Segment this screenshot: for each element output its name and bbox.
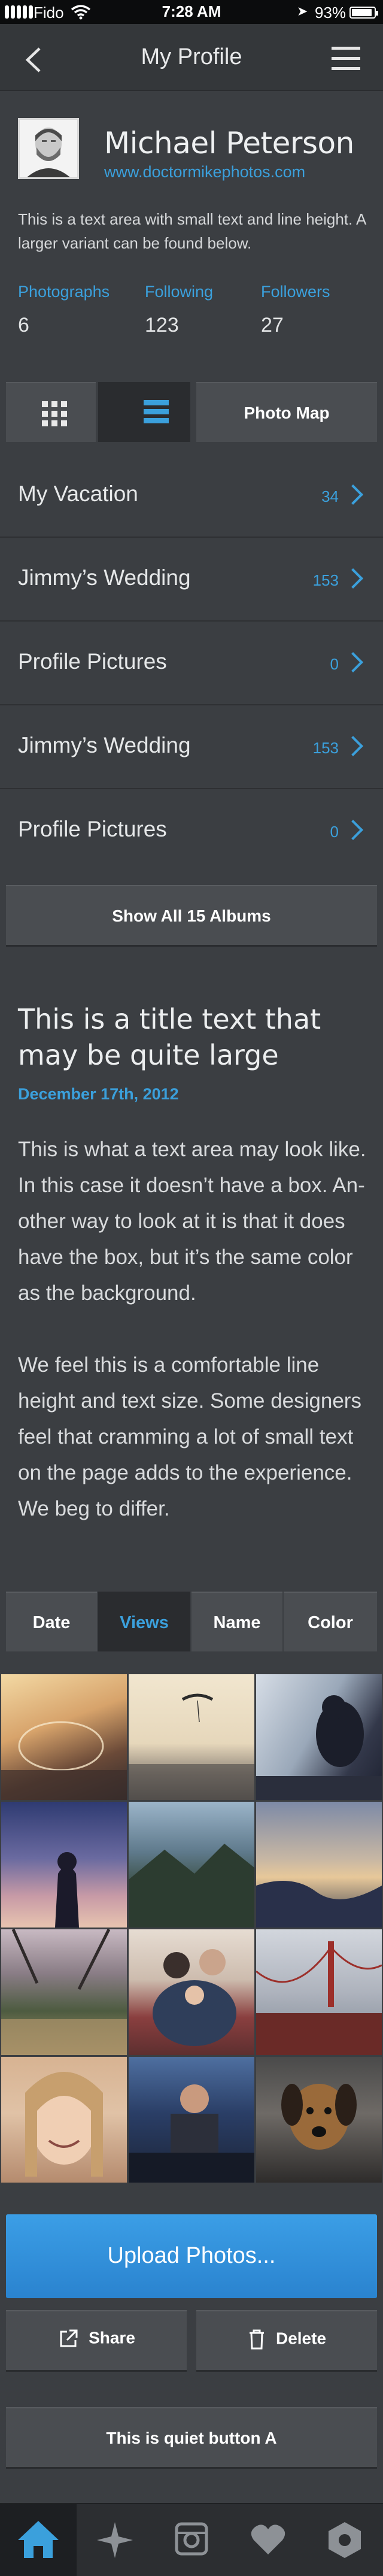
- stat-value-followers: 27: [261, 314, 284, 337]
- chevron-right-icon: [343, 736, 363, 756]
- stat-value-following: 123: [145, 314, 179, 337]
- silhouette-photo: [55, 1852, 79, 1928]
- battery-icon: [349, 7, 378, 19]
- chevron-right-icon: [343, 652, 363, 672]
- compass-star-icon: [97, 2522, 133, 2558]
- man-at-window-photo: [256, 1695, 382, 1800]
- list-view-button[interactable]: [98, 382, 190, 442]
- page-title: My Profile: [141, 44, 242, 69]
- quiet-button-a[interactable]: This is quiet button A: [6, 2407, 377, 2467]
- chevron-right-icon: [343, 484, 363, 505]
- album-count: 153: [312, 739, 339, 757]
- tab-bar: [0, 2503, 383, 2576]
- album-count: 0: [330, 823, 339, 841]
- photo-thumbnail[interactable]: [256, 2057, 382, 2183]
- heart-icon: [251, 2525, 285, 2554]
- article-date: December 17th, 2012: [18, 1085, 179, 1103]
- photo-thumbnail[interactable]: [1, 1929, 127, 2055]
- photo-thumbnail[interactable]: [256, 1929, 382, 2055]
- chevron-right-icon: [343, 820, 363, 840]
- article-paragraph: We feel this is a comfortable line heigh…: [18, 1353, 361, 1520]
- upload-photos-label: Upload Photos...: [107, 2243, 276, 2268]
- profile-name: Michael Peterson: [104, 126, 354, 160]
- location-arrow-icon: ➤: [297, 4, 308, 19]
- album-row[interactable]: Profile Pictures 0: [0, 789, 383, 873]
- hexagon-icon: [329, 2522, 361, 2558]
- chevron-right-icon: [343, 568, 363, 589]
- tab-home[interactable]: [0, 2504, 77, 2576]
- photo-thumbnail[interactable]: [256, 1802, 382, 1928]
- dog-photo: [281, 2084, 357, 2150]
- article-title: This is a title text that may be quite l…: [18, 1003, 321, 1071]
- photo-thumbnail[interactable]: [256, 1674, 382, 1800]
- tab-explore[interactable]: [77, 2504, 153, 2576]
- show-all-albums-button[interactable]: Show All 15 Albums: [6, 885, 377, 945]
- tab-favorites[interactable]: [230, 2504, 306, 2576]
- album-count: 153: [312, 571, 339, 589]
- album-title: Jimmy’s Wedding: [18, 565, 191, 590]
- battery-percentage: 93%: [315, 4, 346, 22]
- photo-thumbnail[interactable]: [129, 1802, 254, 1928]
- photo-thumbnail[interactable]: [1, 1802, 127, 1928]
- sort-tab-color[interactable]: Color: [284, 1592, 377, 1651]
- photo-thumbnail[interactable]: [129, 1929, 254, 2055]
- city-trees-photo: [1, 1929, 127, 2055]
- photo-thumbnail[interactable]: [1, 1674, 127, 1800]
- man-at-table-photo: [129, 2084, 254, 2183]
- delete-button[interactable]: Delete: [196, 2310, 377, 2370]
- profile-description: This is a text area with small text and …: [18, 210, 366, 252]
- album-count: 0: [330, 655, 339, 673]
- photo-thumbnail[interactable]: [1, 2057, 127, 2183]
- avatar[interactable]: [18, 118, 79, 179]
- photo-map-label: Photo Map: [244, 404, 330, 422]
- profile-website-link[interactable]: www.doctormikephotos.com: [104, 163, 305, 181]
- album-title: My Vacation: [18, 481, 138, 506]
- album-row[interactable]: Jimmy’s Wedding 153: [0, 705, 383, 789]
- trash-icon: [249, 2329, 264, 2350]
- album-title: Jimmy’s Wedding: [18, 733, 191, 757]
- mountain-valley-photo: [129, 1844, 254, 1928]
- share-label: Share: [89, 2328, 135, 2347]
- tab-settings[interactable]: [306, 2504, 383, 2576]
- smiling-woman-photo: [25, 2072, 103, 2177]
- tab-camera[interactable]: [153, 2504, 230, 2576]
- album-row[interactable]: My Vacation 34: [0, 454, 383, 538]
- share-icon: [60, 2329, 78, 2347]
- grid-view-icon: [42, 401, 67, 426]
- menu-button[interactable]: [329, 44, 363, 73]
- sort-tab-date[interactable]: Date: [6, 1592, 97, 1651]
- stat-label-photographs[interactable]: Photographs: [18, 283, 110, 301]
- paraglider-photo: [129, 1693, 254, 1800]
- photo-thumbnail[interactable]: [129, 1674, 254, 1800]
- coastline-photo: [256, 1881, 382, 1928]
- share-button[interactable]: Share: [6, 2310, 187, 2370]
- stat-label-following[interactable]: Following: [145, 283, 213, 301]
- beach-bubble-photo: [1, 1721, 127, 1800]
- avatar-portrait: [20, 120, 77, 177]
- sort-tab-name[interactable]: Name: [192, 1592, 282, 1651]
- nav-bar: My Profile: [0, 24, 383, 91]
- couple-with-baby-photo: [153, 1949, 236, 2046]
- delete-label: Delete: [275, 2329, 327, 2348]
- article-paragraph: This is what a text area may look like. …: [18, 1138, 366, 1305]
- status-bar: Fido 7:28 AM ➤ 93%: [0, 0, 383, 24]
- home-icon: [18, 2521, 59, 2558]
- photo-map-button[interactable]: Photo Map: [196, 382, 377, 442]
- golden-gate-bridge-photo: [256, 1941, 382, 2055]
- album-row[interactable]: Profile Pictures 0: [0, 622, 383, 705]
- stat-value-photographs: 6: [18, 314, 29, 337]
- grid-view-button[interactable]: [6, 382, 96, 442]
- album-title: Profile Pictures: [18, 649, 167, 674]
- album-count: 34: [321, 487, 339, 505]
- list-view-icon: [144, 400, 169, 427]
- album-row[interactable]: Jimmy’s Wedding 153: [0, 538, 383, 622]
- album-title: Profile Pictures: [18, 817, 167, 841]
- upload-photos-button[interactable]: Upload Photos...: [6, 2214, 377, 2298]
- photo-thumbnail[interactable]: [129, 2057, 254, 2183]
- sort-tab-views[interactable]: Views: [98, 1592, 190, 1651]
- stat-label-followers[interactable]: Followers: [261, 283, 330, 301]
- camera-icon: [175, 2522, 208, 2556]
